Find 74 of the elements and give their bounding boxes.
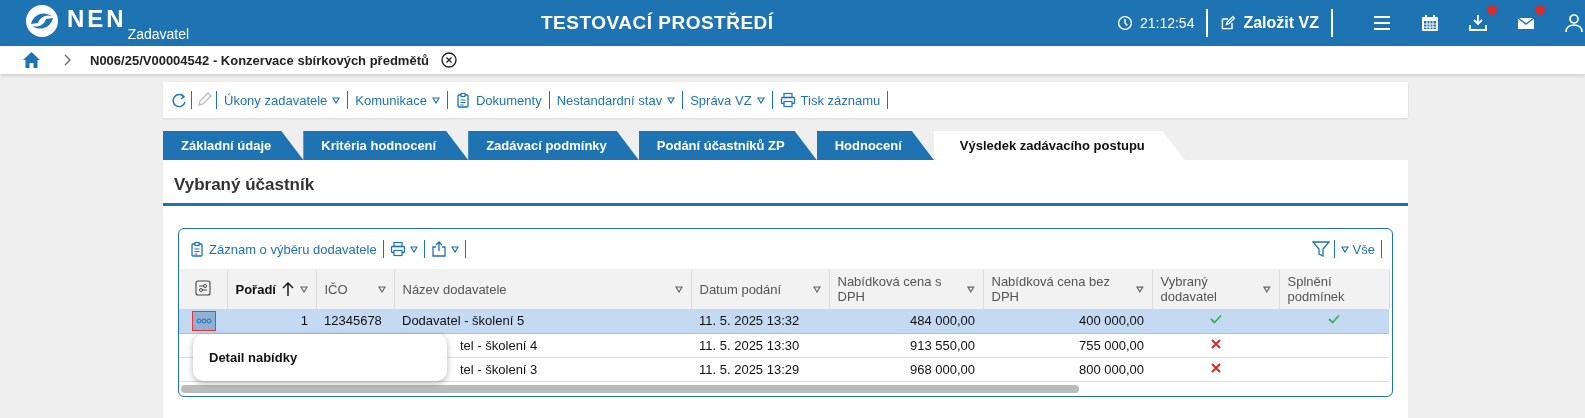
- filter-caret-icon[interactable]: [812, 285, 821, 293]
- filter-caret-icon[interactable]: [1135, 285, 1144, 293]
- menu-button[interactable]: Nestandardní stav: [553, 92, 679, 108]
- table-cell: 755 000,00: [1078, 337, 1144, 353]
- logo-text: NEN: [67, 5, 127, 33]
- column-header[interactable]: Pořadí: [235, 281, 276, 297]
- tab[interactable]: Základní údaje: [163, 131, 304, 160]
- clock-time: 21:12:54: [1139, 15, 1195, 31]
- column-settings-icon[interactable]: [194, 279, 211, 296]
- environment-title: TESTOVACÍ PROSTŘEDÍ: [541, 12, 774, 34]
- table-cell: 968 000,00: [909, 361, 975, 377]
- tab[interactable]: Podání účastníků ZP: [638, 131, 817, 160]
- table-cell: 11. 5. 2025 13:32: [699, 313, 800, 329]
- filter-caret-icon[interactable]: [966, 285, 975, 293]
- user-icon[interactable]: [1564, 13, 1584, 33]
- table-cell: 913 550,00: [909, 337, 975, 353]
- create-button[interactable]: Založit VZ: [1220, 14, 1319, 32]
- clock-icon: [1116, 15, 1133, 31]
- download-icon[interactable]: [1468, 13, 1488, 33]
- table-cell: 12345678: [324, 313, 382, 329]
- caret-icon: [332, 96, 341, 104]
- calendar-icon[interactable]: [1420, 13, 1440, 33]
- table-cell: tel - školení 4: [460, 337, 538, 353]
- menu-button[interactable]: Komunikace: [352, 92, 443, 108]
- scrollbar-thumb[interactable]: [181, 384, 1079, 393]
- caret-icon: [431, 96, 440, 104]
- edit-icon: [1220, 15, 1237, 31]
- column-header[interactable]: IČO: [324, 281, 348, 297]
- caret-icon: [667, 96, 676, 104]
- filter-caret-icon[interactable]: [674, 285, 683, 293]
- filter-dropdown[interactable]: Vše: [1338, 241, 1377, 257]
- table-cell: 800 000,00: [1078, 361, 1144, 377]
- filter-caret-icon[interactable]: [1262, 285, 1271, 293]
- tab[interactable]: Zadávací podmínky: [468, 131, 639, 160]
- tab[interactable]: Výsledek zadávacího postupu: [933, 131, 1185, 160]
- printer-icon: [779, 92, 796, 108]
- dots-icon: [196, 317, 212, 324]
- chevron-icon: [64, 54, 72, 66]
- table-cell: Dodavatel - školení 5: [402, 313, 525, 329]
- caret-icon: [450, 245, 459, 253]
- table-cell: tel - školení 3: [460, 361, 538, 377]
- clipboard-icon: [189, 241, 205, 257]
- table-cell: 11. 5. 2025 13:29: [699, 361, 800, 377]
- table-cell: 1: [300, 313, 308, 329]
- menu-button[interactable]: Správa VZ: [687, 92, 768, 108]
- tab[interactable]: Kritéria hodnocení: [303, 131, 469, 160]
- breadcrumb-title[interactable]: N006/25/V00004542 - Konzervace sbírkových předmětů: [90, 52, 429, 68]
- printer-icon: [389, 241, 406, 257]
- logo-icon: [25, 4, 59, 38]
- filter-icon[interactable]: [1311, 240, 1330, 258]
- caret-icon: [1340, 245, 1349, 253]
- close-icon[interactable]: [440, 52, 457, 68]
- record-button[interactable]: Záznam o výběru dodavatele: [187, 241, 379, 257]
- menu-button[interactable]: Úkony zadavatele: [221, 92, 344, 108]
- share-icon: [430, 241, 447, 257]
- menu-icon[interactable]: [1372, 13, 1392, 33]
- toolbar-button[interactable]: Tisk záznamu: [776, 92, 884, 108]
- caret-icon: [756, 96, 765, 104]
- tab[interactable]: Hodnocení: [816, 131, 934, 160]
- filter-caret-icon[interactable]: [299, 285, 308, 293]
- menu-item[interactable]: Detail nabídky: [209, 350, 298, 365]
- row-menu-button[interactable]: [192, 310, 216, 331]
- toolbar-button[interactable]: Dokumenty: [451, 92, 545, 108]
- column-header[interactable]: Název dodavatele: [402, 281, 507, 297]
- table-cell: 484 000,00: [909, 313, 975, 329]
- table-cell: 11. 5. 2025 13:30: [699, 337, 800, 353]
- clipboard-icon: [454, 92, 471, 108]
- home-icon: [22, 51, 41, 69]
- table-cell: 400 000,00: [1078, 313, 1144, 329]
- section-title: Vybraný účastník: [174, 175, 316, 196]
- filter-caret-icon[interactable]: [377, 285, 386, 293]
- refresh-icon[interactable]: [171, 92, 187, 108]
- app-name: Zadavatel: [127, 26, 190, 42]
- caret-icon: [409, 245, 418, 253]
